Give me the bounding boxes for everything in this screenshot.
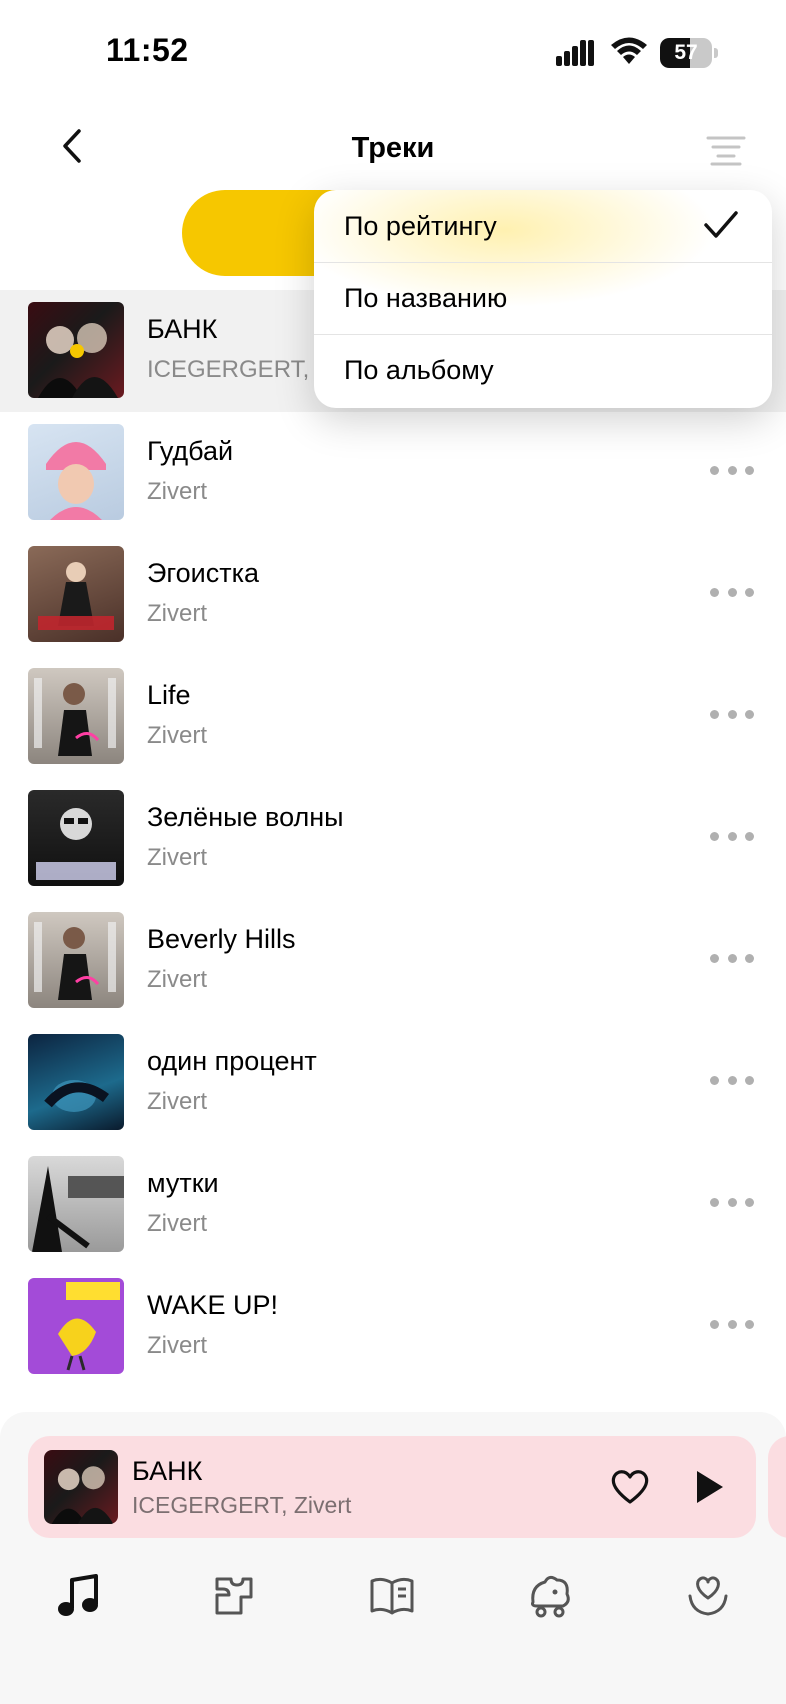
sort-option-label: По рейтингу: [344, 210, 497, 241]
battery-level: 57: [674, 41, 698, 64]
status-time: 11:52: [106, 32, 189, 68]
sort-option-rating[interactable]: По рейтингу: [314, 190, 772, 262]
track-artist: Zivert: [147, 1332, 207, 1359]
sort-option-album[interactable]: По альбому: [314, 334, 772, 406]
more-options-button[interactable]: [710, 948, 754, 968]
now-playing-indicator: [70, 344, 84, 358]
track-row[interactable]: Гудбай Zivert: [0, 412, 786, 534]
track-artist: Zivert: [147, 966, 207, 993]
music-note-icon: [58, 1574, 98, 1616]
play-icon[interactable]: [692, 1468, 726, 1506]
track-artist: Zivert: [147, 844, 207, 871]
heart-hand-icon: [688, 1576, 728, 1616]
sort-option-title[interactable]: По названию: [314, 262, 772, 334]
track-artist: Zivert: [147, 1210, 207, 1237]
album-cover: [28, 790, 124, 886]
next-track-peek[interactable]: [768, 1436, 786, 1538]
more-options-button[interactable]: [710, 1192, 754, 1212]
track-title: БАНК: [147, 314, 218, 344]
track-title: один процент: [147, 1046, 317, 1076]
book-icon: [370, 1577, 414, 1615]
page-title: Треки: [351, 132, 435, 164]
track-row[interactable]: Эгоистка Zivert: [0, 534, 786, 656]
mini-player[interactable]: БАНК ICEGERGERT, Zivert: [28, 1436, 756, 1538]
checkmark-icon: [704, 211, 738, 238]
top-nav: Треки: [0, 110, 786, 190]
track-title: Зелёные волны: [147, 802, 344, 832]
mini-player-title: БАНК: [132, 1456, 203, 1486]
wifi-icon: [611, 37, 647, 64]
track-row[interactable]: Beverly Hills Zivert: [0, 900, 786, 1022]
more-options-button[interactable]: [710, 1070, 754, 1090]
mini-player-artist: ICEGERGERT, Zivert: [132, 1492, 352, 1518]
sort-option-label: По названию: [344, 283, 508, 313]
album-cover: [28, 668, 124, 764]
album-cover: [28, 912, 124, 1008]
track-title: Life: [147, 680, 191, 710]
kids-icon: [531, 1575, 570, 1618]
track-row[interactable]: Зелёные волны Zivert: [0, 778, 786, 900]
track-artist: Zivert: [147, 600, 207, 627]
album-cover: [28, 546, 124, 642]
sort-button[interactable]: [704, 130, 748, 170]
tab-bar: [0, 1560, 786, 1640]
status-bar: 11:52 57: [0, 0, 786, 100]
tab-favorites[interactable]: [680, 1568, 736, 1624]
sort-option-label: По альбому: [344, 355, 494, 385]
map-icon: [215, 1577, 253, 1615]
track-artist: Zivert: [147, 1088, 207, 1115]
album-cover: [28, 1278, 124, 1374]
track-artist: Zivert: [147, 722, 207, 749]
tab-kids[interactable]: [522, 1568, 578, 1624]
sort-menu: По рейтингу По названию По альбому: [314, 190, 772, 408]
track-title: Гудбай: [147, 436, 234, 466]
cellular-signal-icon: [556, 40, 594, 66]
track-title: Эгоистка: [147, 558, 260, 588]
album-cover: [28, 1156, 124, 1252]
album-cover: [28, 424, 124, 520]
track-row[interactable]: один процент Zivert: [0, 1022, 786, 1144]
track-artist: Zivert: [147, 478, 207, 505]
tab-music[interactable]: [50, 1568, 106, 1624]
more-options-button[interactable]: [710, 1314, 754, 1334]
sort-lines-icon: [706, 136, 746, 166]
track-row[interactable]: WAKE UP! Zivert: [0, 1266, 786, 1388]
battery-icon: 57: [660, 38, 718, 68]
track-row[interactable]: Life Zivert: [0, 656, 786, 778]
album-cover: [28, 1034, 124, 1130]
tab-map[interactable]: [206, 1568, 262, 1624]
more-options-button[interactable]: [710, 582, 754, 602]
album-cover: [28, 302, 124, 398]
track-title: мутки: [147, 1168, 219, 1198]
mini-player-cover: [44, 1450, 118, 1524]
track-row[interactable]: мутки Zivert: [0, 1144, 786, 1266]
tab-library[interactable]: [364, 1568, 420, 1624]
track-title: WAKE UP!: [147, 1290, 279, 1320]
more-options-button[interactable]: [710, 704, 754, 724]
heart-icon[interactable]: [610, 1468, 650, 1506]
more-options-button[interactable]: [710, 826, 754, 846]
more-options-button[interactable]: [710, 460, 754, 480]
track-title: Beverly Hills: [147, 924, 296, 954]
